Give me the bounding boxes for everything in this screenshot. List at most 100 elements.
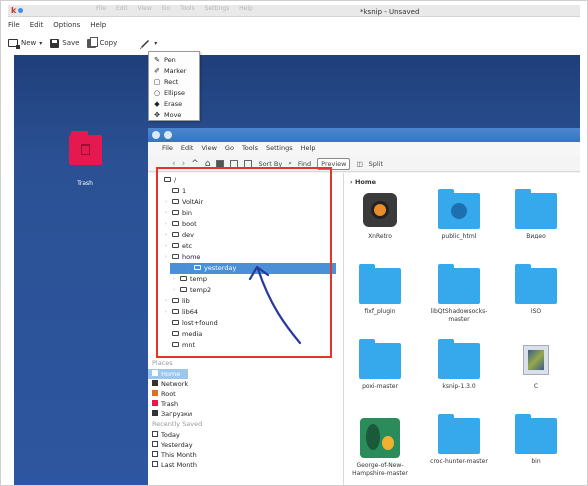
icon-view-icon[interactable] (216, 159, 225, 168)
file-manager-menubar: File Edit View Go Tools Settings Help (148, 142, 580, 155)
folder-icon (172, 330, 179, 336)
places-item[interactable]: Network (148, 379, 344, 389)
menu-help[interactable]: Help (90, 19, 106, 31)
compact-view-icon[interactable] (230, 159, 239, 168)
tree-item[interactable]: › boot (156, 219, 336, 230)
tree-item[interactable]: › temp2 (156, 285, 336, 296)
tool-menu-item-move[interactable]: ✥ Move (149, 109, 199, 120)
places-item[interactable]: Загрузки (148, 409, 344, 419)
save-button[interactable]: Save (50, 38, 79, 48)
pen-tool-button[interactable]: ▾ (139, 37, 157, 49)
tree-item[interactable]: › VoltAir (156, 197, 336, 208)
tree-item[interactable]: › lib64 (156, 307, 336, 318)
fm-menu-view[interactable]: View (201, 142, 216, 155)
file-item[interactable]: ISO (500, 264, 572, 316)
fm-menu-file[interactable]: File (162, 142, 173, 155)
expand-arrow-icon[interactable]: › (165, 307, 167, 318)
tree-item[interactable]: lost+found (156, 318, 336, 329)
ghost-menu-item: Tools (179, 5, 195, 12)
tool-menu-item-rect[interactable]: ▢ Rect (149, 76, 199, 87)
fm-menu-go[interactable]: Go (225, 142, 234, 155)
expand-arrow-icon[interactable]: › (165, 230, 167, 241)
up-icon[interactable]: ^ (191, 159, 199, 169)
tree-item[interactable]: / (156, 175, 336, 186)
fm-menu-edit[interactable]: Edit (181, 142, 194, 155)
fm-menu-help[interactable]: Help (301, 142, 316, 155)
tool-menu-item-ellipse[interactable]: ○ Ellipse (149, 87, 199, 98)
file-item[interactable]: George-of-New-Hampshire-master (344, 418, 416, 478)
file-item[interactable]: croc-hunter-master (423, 414, 495, 466)
file-item[interactable]: public_html (423, 189, 495, 241)
split-icon[interactable]: ◫ (356, 160, 362, 168)
sort-by-button[interactable]: Sort By (258, 160, 282, 168)
file-item[interactable]: ksnip-1.3.0 (423, 339, 495, 391)
calendar-icon (152, 461, 158, 467)
tree-item[interactable]: › dev (156, 230, 336, 241)
recent-item[interactable]: Today (148, 430, 344, 440)
menu-file[interactable]: File (8, 19, 20, 31)
new-button[interactable]: New ▾ (8, 39, 42, 49)
places-item[interactable]: Trash (148, 399, 344, 409)
expand-arrow-icon[interactable]: › (165, 219, 167, 230)
place-icon (152, 400, 158, 406)
tool-menu-item-marker[interactable]: ✐ Marker (149, 65, 199, 76)
tree-item[interactable]: 1 (156, 186, 336, 197)
expand-arrow-icon[interactable]: › (165, 252, 167, 263)
places-item[interactable]: Root (148, 389, 344, 399)
tree-item[interactable]: mnt (156, 340, 336, 351)
menu-options[interactable]: Options (53, 19, 80, 31)
recent-item[interactable]: Yesterday (148, 440, 344, 450)
preview-button[interactable]: Preview (317, 157, 351, 170)
file-item[interactable]: XnRetro (344, 193, 416, 241)
tree-item[interactable]: › home (156, 252, 336, 263)
places-item[interactable]: Home (148, 369, 188, 379)
file-item[interactable]: libQtShadowsocks-master (423, 264, 495, 324)
tree-item[interactable]: › temp (156, 274, 336, 285)
fm-menu-settings[interactable]: Settings (266, 142, 293, 155)
detail-view-icon[interactable] (244, 159, 253, 168)
file-item-label: Видео (526, 233, 546, 240)
expand-arrow-icon[interactable]: › (165, 208, 167, 219)
tool-menu-item-erase[interactable]: ◆ Erase (149, 98, 199, 109)
home-icon[interactable]: ⌂ (205, 159, 211, 169)
file-manager-titlebar[interactable] (148, 128, 580, 142)
folder-icon (172, 187, 179, 193)
expand-arrow-icon[interactable]: › (173, 285, 175, 296)
file-item[interactable]: C (500, 343, 572, 391)
expand-arrow-icon[interactable]: › (187, 263, 189, 274)
file-item[interactable]: poxi-master (344, 339, 416, 391)
window-menu-icon[interactable] (152, 131, 160, 139)
pin-icon[interactable] (164, 131, 172, 139)
split-button[interactable]: Split (369, 160, 383, 168)
new-capture-icon (8, 39, 20, 49)
find-icon[interactable]: ⌕ (288, 159, 292, 168)
tree-item[interactable]: › etc (156, 241, 336, 252)
recent-item[interactable]: Last Month (148, 460, 344, 470)
trash-icon[interactable] (69, 131, 102, 165)
file-item[interactable]: Видео (500, 189, 572, 241)
chevron-down-icon[interactable]: ▾ (154, 40, 157, 47)
back-icon[interactable]: ‹ (172, 159, 176, 169)
expand-arrow-icon[interactable]: › (165, 241, 167, 252)
tree-item[interactable]: › bin (156, 208, 336, 219)
fm-menu-tools[interactable]: Tools (242, 142, 258, 155)
file-item[interactable]: bin (500, 414, 572, 466)
tree-item[interactable]: › yesterday (170, 263, 336, 274)
places-item-label: Home (161, 370, 181, 378)
expand-arrow-icon[interactable]: › (165, 197, 167, 208)
forward-icon[interactable]: › (182, 159, 186, 169)
tree-item-label: lib64 (182, 308, 199, 316)
ghost-menu-item: Go (161, 5, 171, 12)
tool-menu-item-pen[interactable]: ✎ Pen (149, 54, 199, 65)
recent-item[interactable]: This Month (148, 450, 344, 460)
expand-arrow-icon[interactable]: › (173, 274, 175, 285)
menu-edit[interactable]: Edit (30, 19, 44, 31)
tree-item[interactable]: media (156, 329, 336, 340)
camera-app-icon (363, 193, 397, 227)
copy-button[interactable]: Copy (87, 36, 117, 48)
chevron-down-icon[interactable]: ▾ (39, 40, 42, 47)
expand-arrow-icon[interactable]: › (165, 296, 167, 307)
file-item[interactable]: fixf_plugin (344, 264, 416, 316)
tree-item[interactable]: › lib (156, 296, 336, 307)
find-button[interactable]: Find (298, 160, 311, 168)
